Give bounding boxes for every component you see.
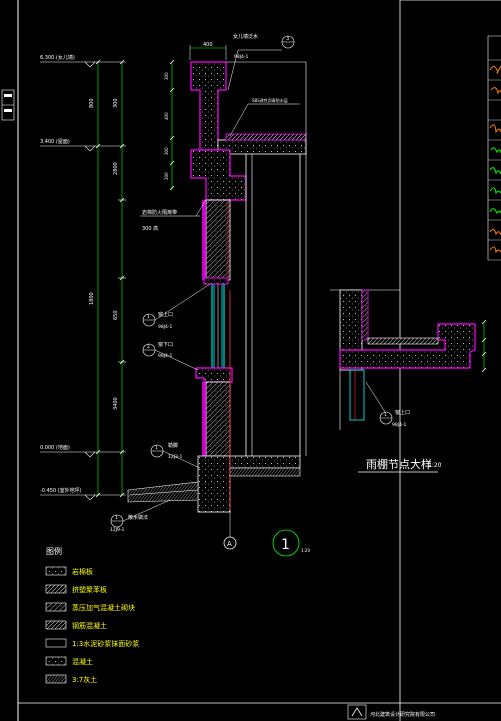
legend-item-1: 挤塑聚苯板 (72, 585, 107, 594)
svg-text:300: 300 (164, 172, 169, 180)
canopy-sheet: 98J4-1 (392, 422, 407, 428)
legend-swatch-4 (45, 638, 67, 648)
dim-left-2: 2800 (113, 162, 119, 175)
legend-item-5: 混凝土 (72, 657, 93, 666)
legend-title: 图例 (46, 546, 62, 556)
canopy-ref: 窗上口 (395, 409, 410, 416)
cad-drawing: 6.300 (女儿墙) 3.400 (屋面) 0.000 (地面) -0.450… (0, 0, 501, 721)
apron-idx: 1 (115, 515, 118, 521)
window-sill-sheet: 98J4-1 (158, 353, 173, 359)
canopy-title: 雨棚节点大样 (366, 457, 432, 471)
dim-top-0: 400 (203, 42, 213, 48)
elev-floor: 0.000 (地面) (40, 444, 70, 451)
window-top-idx: 1 (147, 314, 150, 320)
dim-left-3: 1800 (89, 292, 95, 305)
window-top-sheet: 98J4-1 (158, 324, 173, 330)
window-top: 窗上口 (158, 311, 173, 318)
parapet-sheet: 98J4-1 (234, 54, 249, 60)
legend-item-6: 3:7灰土 (72, 675, 97, 684)
canopy-scale: 1:20 (428, 462, 442, 469)
roof-note: SBS改性沥青防水层 (252, 97, 288, 103)
plinth-sheet: 12J3-1 (168, 454, 183, 460)
svg-text:300: 300 (164, 147, 169, 155)
detail-number: 1 (281, 537, 290, 553)
legend-swatch-3 (45, 620, 67, 630)
canopy-idx: 1 (384, 412, 387, 418)
wall-note2: 300 高 (142, 225, 158, 232)
legend-swatch-5 (45, 656, 67, 666)
legend-swatch-0 (45, 566, 67, 576)
plinth-idx: 1 (155, 445, 158, 451)
legend-item-0: 岩棉板 (72, 567, 93, 576)
apron: 散水做法 (128, 514, 148, 521)
apron-sheet: 12J9-1 (110, 527, 125, 533)
dim-left-1: 800 (89, 98, 95, 108)
detail-scale: 1:20 (301, 548, 310, 553)
legend-swatch-2 (45, 602, 67, 612)
legend-item-4: 1:3水泥砂浆抹面砂浆 (72, 639, 139, 648)
legend-swatch-1 (45, 584, 67, 594)
company-name: 河北建筑设计研究院有限公司 (370, 711, 435, 718)
window-sill: 窗下口 (158, 341, 173, 348)
dim-left-5: 3400 (113, 397, 119, 410)
elev-roof: 3.400 (屋面) (40, 139, 70, 145)
parapet-ref: 女儿墙泛水 (233, 33, 258, 40)
plinth: 勒脚 (168, 442, 178, 449)
wall-note: 岩棉防火隔离带 (142, 209, 177, 216)
parapet-idx: 3 (286, 36, 289, 42)
elev-ground: -0.450 (室外地坪) (40, 487, 82, 494)
legend-swatch-6 (45, 674, 67, 684)
svg-text:400: 400 (164, 112, 169, 120)
window-sill-idx: 2 (147, 344, 150, 350)
dim-left-0: 300 (113, 98, 119, 108)
elev-top: 6.300 (女儿墙) (40, 54, 75, 61)
svg-text:300: 300 (164, 72, 169, 80)
legend-item-2: 蒸压加气混凝土砌块 (72, 603, 135, 612)
legend-item-3: 钢筋混凝土 (72, 621, 107, 630)
axis-label: A (227, 540, 232, 548)
dim-left-4: 650 (113, 310, 119, 320)
